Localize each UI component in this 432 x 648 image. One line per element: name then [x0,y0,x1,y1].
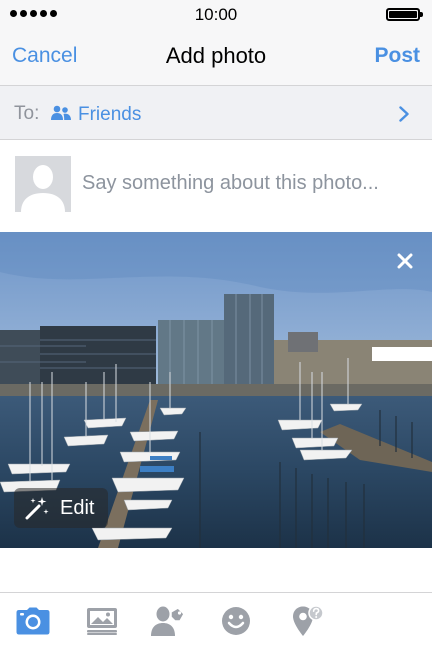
friends-icon [51,105,71,120]
status-text-input[interactable] [82,169,427,197]
default-avatar-icon [15,156,71,212]
audience-selector[interactable]: To: Friends [0,86,432,140]
photo-album-button[interactable] [84,605,120,637]
status-time: 10:00 [194,5,238,24]
photo-preview: Edit [0,232,432,548]
tag-people-icon [151,606,185,636]
camera-icon [16,607,50,635]
edit-photo-button[interactable]: Edit [14,488,109,528]
camera-button[interactable] [15,605,51,637]
check-in-icon [293,605,324,636]
composer-toolbar [0,592,432,648]
photo-album-icon [87,608,117,635]
composer [0,140,432,232]
edit-label: Edit [60,496,95,519]
close-icon[interactable] [396,252,414,270]
chevron-right-icon [399,106,409,122]
status-bar: 10:00 [0,0,432,28]
emoji-icon [222,607,250,635]
check-in-button[interactable] [290,605,326,637]
nav-bar: Cancel Add photo Post [0,28,432,86]
post-button[interactable]: Post [374,44,420,68]
magic-wand-icon [25,497,49,520]
avatar [15,156,71,212]
to-label: To: [14,103,40,124]
feeling-button[interactable] [218,605,254,637]
cancel-button[interactable]: Cancel [12,44,77,68]
battery-icon [386,8,423,21]
tag-people-button[interactable] [150,605,186,637]
audience-value: Friends [78,104,142,125]
